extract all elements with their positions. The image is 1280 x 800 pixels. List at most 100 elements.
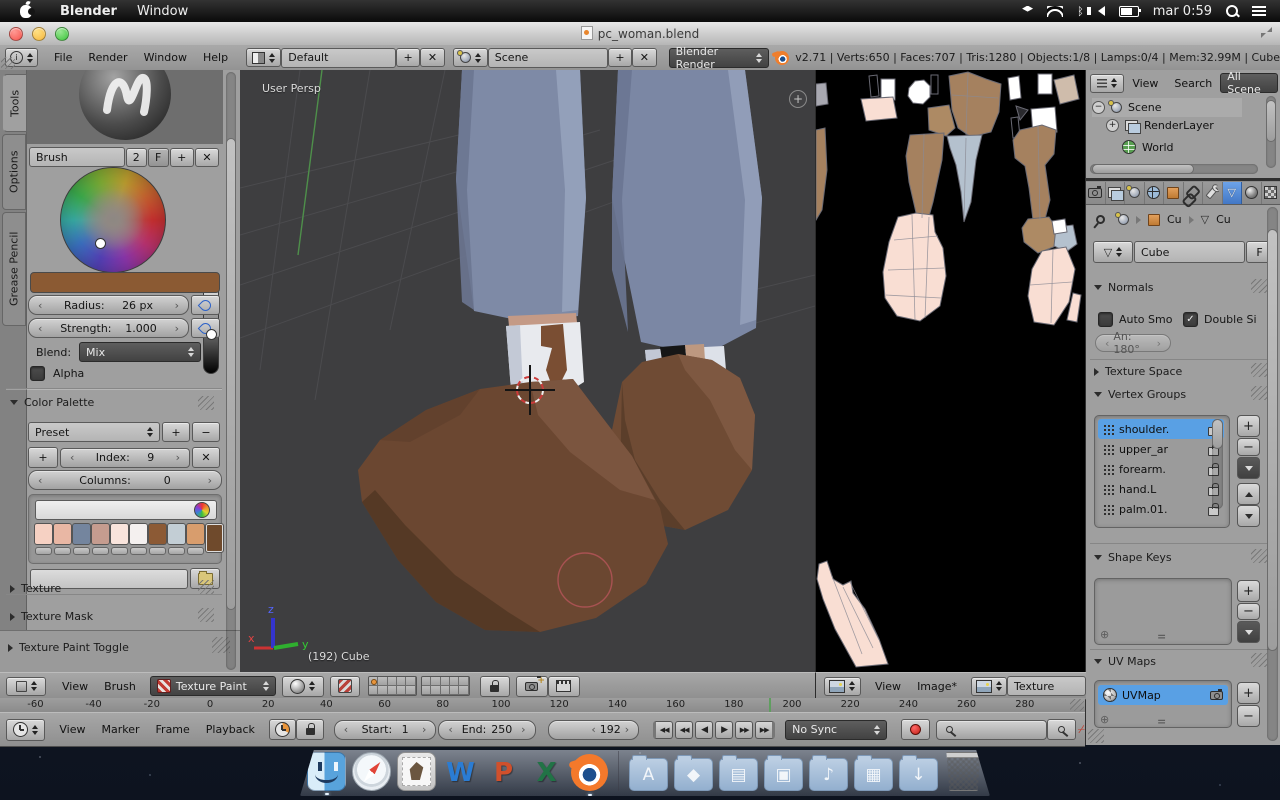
play-reverse-button[interactable]: ◀ xyxy=(695,721,713,739)
palette-swatch-2[interactable] xyxy=(72,523,90,555)
layer-cell-8[interactable] xyxy=(397,686,406,695)
auto-keyframe-toggle[interactable] xyxy=(901,719,929,740)
keying-set-field[interactable] xyxy=(936,720,1048,740)
texture-mask-section-header[interactable]: Texture Mask xyxy=(10,610,93,623)
menu-window[interactable]: Window xyxy=(136,51,195,64)
uv-island-4[interactable] xyxy=(869,75,879,97)
volume-icon[interactable] xyxy=(1098,6,1105,16)
outliner-row-renderlayer[interactable]: + RenderLayer xyxy=(1106,119,1214,132)
uv-image-editor[interactable] xyxy=(815,70,1086,672)
outliner-row-world[interactable]: World xyxy=(1122,140,1174,154)
dock-item-powerpoint[interactable]: P xyxy=(485,754,522,791)
tab-render-layers[interactable] xyxy=(1106,182,1126,204)
uv-island-18[interactable] xyxy=(1013,125,1056,223)
editor-type-timeline-button[interactable] xyxy=(6,719,45,741)
add-uv-map-button[interactable]: + xyxy=(1237,682,1260,704)
radius-slider[interactable]: Radius:26 px xyxy=(28,295,189,315)
panel-drag-handle[interactable] xyxy=(198,396,214,410)
brush-users-count-button[interactable]: 2 xyxy=(126,148,147,167)
shape-keys-panel-header[interactable]: Shape Keys xyxy=(1094,551,1172,564)
swatch-subbutton[interactable] xyxy=(168,547,185,555)
swatch-subbutton[interactable] xyxy=(54,547,71,555)
apple-menu-icon[interactable] xyxy=(20,5,32,18)
mesh-data-icon[interactable]: ▽ xyxy=(1201,214,1209,225)
shape-key-specials-button[interactable] xyxy=(1237,621,1260,643)
editor-type-outliner-button[interactable] xyxy=(1090,74,1124,93)
screen-layout-icon-button[interactable] xyxy=(246,48,281,67)
current-frame-marker[interactable] xyxy=(769,698,771,712)
swatch-color[interactable] xyxy=(186,523,205,545)
scrollbar-thumb[interactable] xyxy=(1092,164,1194,174)
swatch-color[interactable] xyxy=(72,523,91,545)
layer-cell-9[interactable] xyxy=(459,686,468,695)
uv-canvas[interactable] xyxy=(816,70,1086,672)
previous-keyframe-button[interactable]: ◀◀ xyxy=(675,721,693,739)
viewport-3d[interactable]: xzy User Persp (192) Cube + xyxy=(240,70,815,672)
normals-panel-header[interactable]: Normals xyxy=(1094,281,1154,294)
uv-island-0[interactable] xyxy=(816,83,828,106)
resize-grip[interactable]: = xyxy=(1157,715,1166,728)
add-layout-button[interactable]: + xyxy=(396,48,420,67)
expand-icon[interactable]: + xyxy=(1106,119,1119,132)
panel-drag-handle[interactable] xyxy=(1251,363,1267,377)
palette-swatch-7[interactable] xyxy=(167,523,185,555)
dock-item-finder[interactable] xyxy=(307,752,346,791)
swatch-color[interactable] xyxy=(148,523,167,545)
palette-color-field[interactable] xyxy=(35,500,217,520)
render-camera-icon[interactable] xyxy=(1210,691,1223,700)
add-vertex-group-button[interactable]: + xyxy=(1237,415,1260,437)
outliner-menu-view[interactable]: View xyxy=(1124,77,1166,90)
palette-swatch-3[interactable] xyxy=(91,523,109,555)
auto-smooth-checkbox[interactable] xyxy=(1098,312,1113,327)
resize-grip[interactable]: = xyxy=(1157,630,1166,643)
texture-display-toggle[interactable] xyxy=(330,676,360,697)
panel-drag-handle[interactable] xyxy=(1251,279,1267,293)
dock-item-safari[interactable] xyxy=(352,752,391,791)
delete-layout-button[interactable]: ✕ xyxy=(420,48,444,67)
sync-mode-dropdown[interactable]: No Sync xyxy=(785,720,887,740)
breadcrumb-data[interactable]: Cu xyxy=(1216,213,1231,226)
outliner-vscrollbar[interactable] xyxy=(1266,96,1276,168)
swatch-color[interactable] xyxy=(167,523,186,545)
swatch-color[interactable] xyxy=(110,523,129,545)
tab-world[interactable] xyxy=(1145,182,1165,204)
add-brush-button[interactable]: + xyxy=(170,148,194,167)
layer-cell-2[interactable] xyxy=(441,677,450,686)
tool-shelf-scrollbar[interactable] xyxy=(226,72,236,670)
fullscreen-icon[interactable] xyxy=(1261,27,1272,38)
properties-scrollbar[interactable] xyxy=(1267,207,1278,741)
uv-island-1[interactable] xyxy=(816,128,827,220)
uv-island-7[interactable] xyxy=(949,72,1001,137)
tab-texture[interactable] xyxy=(1262,182,1280,204)
uv-island-13[interactable] xyxy=(1038,74,1052,94)
mesh-datablock-button[interactable]: ▽ xyxy=(1093,241,1133,263)
collapse-region-plus-icon[interactable]: + xyxy=(789,90,807,108)
palette-index-slider[interactable]: Index:9 xyxy=(60,448,190,468)
next-keyframe-button[interactable]: ▶▶ xyxy=(735,721,753,739)
editor-type-3dview-button[interactable] xyxy=(6,677,46,696)
lock-frame-toggle[interactable] xyxy=(296,719,323,740)
uv-island-21[interactable] xyxy=(1052,219,1067,234)
jump-to-end-button[interactable]: ▶▶ xyxy=(755,721,775,739)
area-resize-grip[interactable] xyxy=(1088,729,1104,743)
tab-modifiers[interactable] xyxy=(1203,182,1223,204)
remove-vertex-group-button[interactable]: − xyxy=(1237,438,1260,456)
move-vertex-group-up-button[interactable] xyxy=(1237,483,1260,505)
scrollbar-thumb[interactable] xyxy=(226,138,236,610)
panel-drag-handle[interactable] xyxy=(198,608,214,622)
add-scene-button[interactable]: + xyxy=(608,48,632,67)
shape-keys-list[interactable]: ⊕ = xyxy=(1094,578,1232,645)
pin-icon[interactable] xyxy=(1094,213,1107,226)
blend-mode-dropdown[interactable]: Mix xyxy=(79,342,201,362)
view3d-menu-view[interactable]: View xyxy=(54,680,96,693)
viewport-canvas[interactable]: xzy xyxy=(240,70,815,672)
outliner-filter-dropdown[interactable]: All Scene xyxy=(1220,73,1278,93)
vertex-group-row-shoulder[interactable]: shoulder. xyxy=(1098,419,1224,439)
uv-map-row[interactable]: UVMap xyxy=(1098,685,1228,705)
panel-drag-handle[interactable] xyxy=(1251,653,1267,667)
palette-swatch-0[interactable] xyxy=(34,523,52,555)
scene-name-field[interactable]: Scene xyxy=(488,48,608,68)
alpha-checkbox[interactable] xyxy=(30,366,45,381)
area-resize-grip[interactable] xyxy=(1,57,15,69)
outliner-hscrollbar[interactable] xyxy=(1090,164,1258,174)
